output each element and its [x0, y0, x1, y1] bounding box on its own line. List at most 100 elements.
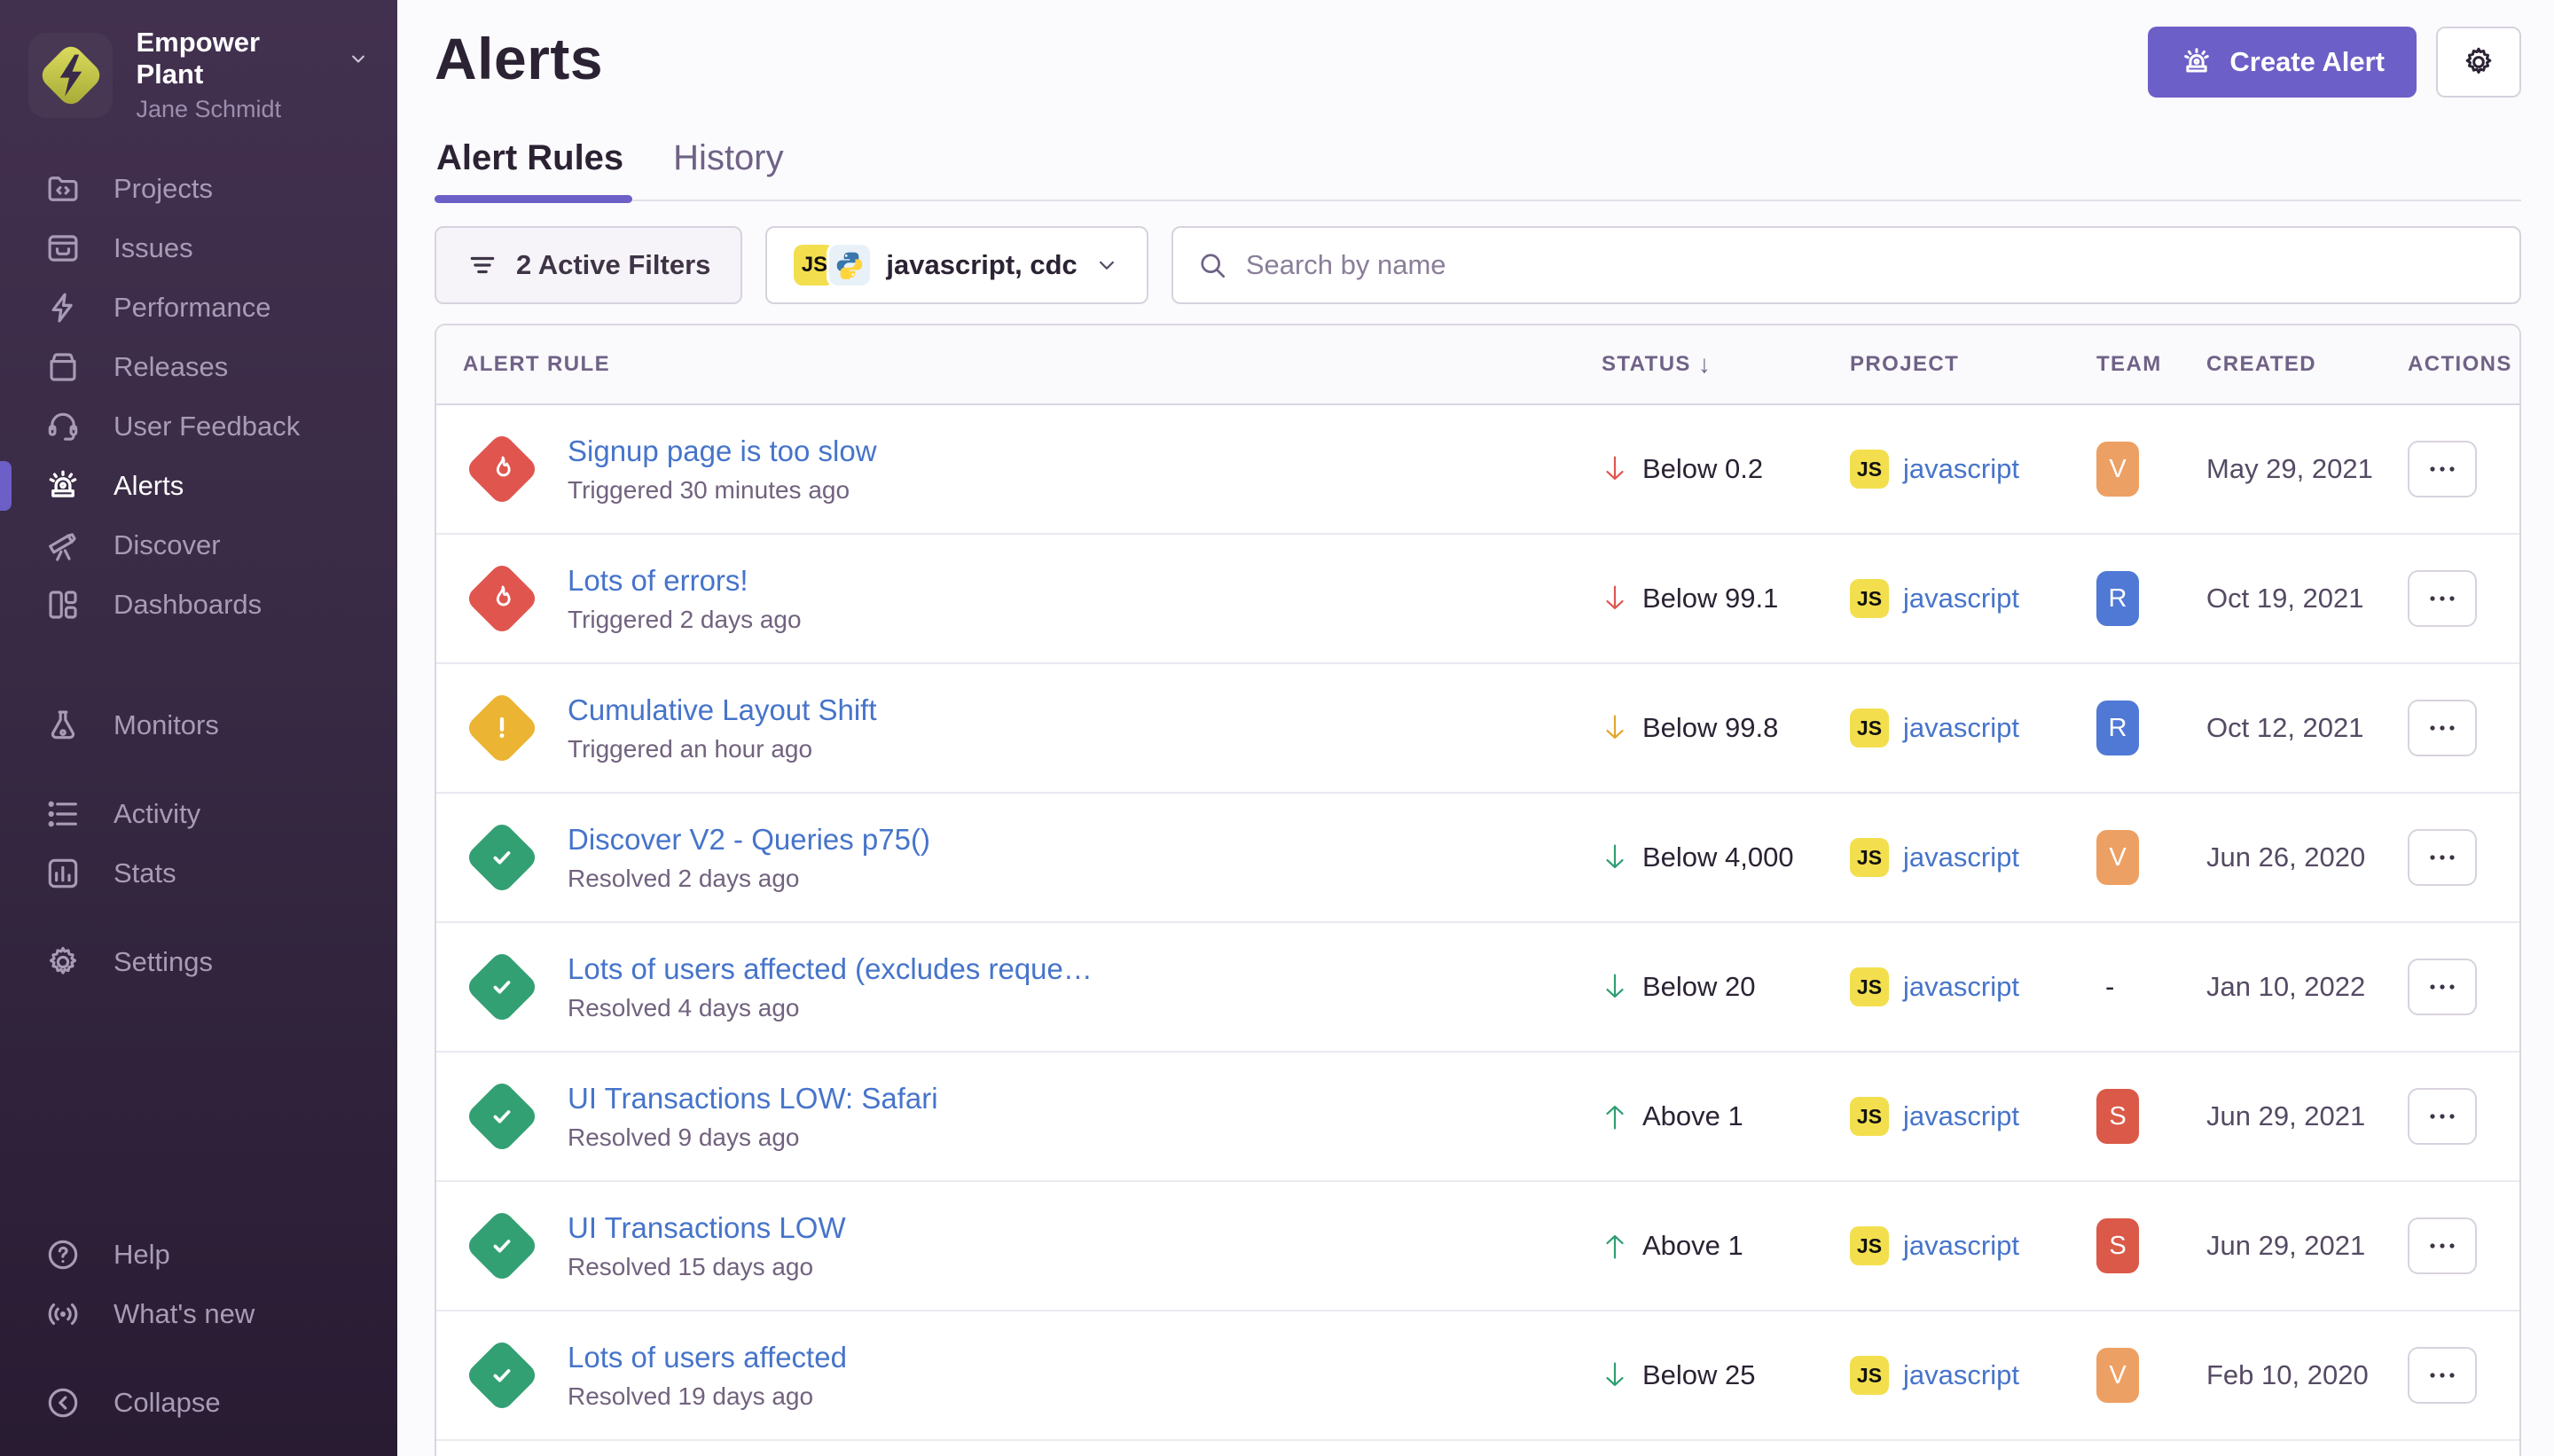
alert-rule-link[interactable]: Lots of errors!: [568, 564, 802, 598]
status-cell: Above 1: [1602, 1230, 1850, 1262]
project-link[interactable]: javascript: [1903, 583, 2019, 614]
sidebar-item-releases[interactable]: Releases: [0, 339, 397, 395]
alert-rule-link[interactable]: Lots of users affected (excludes reque…: [568, 952, 1093, 986]
alert-status-resolved-icon: [463, 1207, 541, 1285]
project-link[interactable]: javascript: [1903, 971, 2019, 1003]
javascript-platform-icon: JS: [1850, 838, 1889, 877]
alert-rule-link[interactable]: Discover V2 - Queries p75(): [568, 823, 930, 857]
sidebar-item-label: Help: [114, 1239, 170, 1271]
alert-rule-link[interactable]: Signup page is too slow: [568, 434, 877, 468]
search-input[interactable]: [1246, 249, 2496, 281]
project-link[interactable]: javascript: [1903, 1100, 2019, 1132]
team-avatar[interactable]: V: [2096, 442, 2139, 497]
sidebar-item-label: Performance: [114, 292, 270, 324]
team-avatar[interactable]: R: [2096, 701, 2139, 755]
javascript-platform-icon: JS: [1850, 1356, 1889, 1395]
column-header-status[interactable]: STATUS↓: [1602, 350, 1850, 379]
row-actions-button[interactable]: [2408, 959, 2477, 1015]
sidebar-item-settings[interactable]: Settings: [0, 934, 397, 990]
created-cell: Feb 10, 2020: [2206, 1359, 2408, 1391]
sidebar-item-label: Settings: [114, 946, 213, 978]
sidebar-item-dashboards[interactable]: Dashboards: [0, 576, 397, 633]
team-cell: V: [2096, 442, 2206, 497]
team-avatar[interactable]: R: [2096, 571, 2139, 626]
sidebar-item-label: What's new: [114, 1298, 255, 1330]
project-cell: JS javascript: [1850, 1097, 2096, 1136]
create-alert-button[interactable]: Create Alert: [2148, 27, 2417, 98]
page-title: Alerts: [435, 25, 603, 92]
team-cell: -: [2096, 971, 2206, 1003]
table-row-partial: [436, 1441, 2519, 1453]
row-actions-button[interactable]: [2408, 700, 2477, 756]
javascript-platform-icon: JS: [1850, 1097, 1889, 1136]
team-avatar[interactable]: S: [2096, 1089, 2139, 1144]
flask-icon: [44, 707, 82, 744]
tab-alert-rules[interactable]: Alert Rules: [436, 138, 623, 200]
filter-icon: [466, 249, 498, 281]
status-cell: Below 4,000: [1602, 842, 1850, 873]
team-avatar[interactable]: V: [2096, 830, 2139, 885]
row-actions-button[interactable]: [2408, 570, 2477, 627]
alert-rules-table: ALERT RULE STATUS↓ PROJECT TEAM CREATED …: [435, 324, 2521, 1456]
project-filter-dropdown[interactable]: JS javascript, cdc: [765, 226, 1148, 304]
sidebar-item-label: Alerts: [114, 470, 184, 502]
broadcast-icon: [44, 1296, 82, 1333]
alert-rule-link[interactable]: Cumulative Layout Shift: [568, 693, 877, 727]
team-avatar[interactable]: V: [2096, 1348, 2139, 1403]
sidebar-item-help[interactable]: Help: [0, 1226, 397, 1283]
active-filters-button[interactable]: 2 Active Filters: [435, 226, 742, 304]
alert-rule-subtext: Resolved 4 days ago: [568, 994, 1093, 1022]
arrow-down-icon: [1602, 713, 1628, 743]
exclamation-icon: [484, 710, 520, 746]
sidebar-item-performance[interactable]: Performance: [0, 279, 397, 336]
created-cell: Oct 19, 2021: [2206, 583, 2408, 614]
alert-status-warning-icon: [463, 689, 541, 767]
sidebar-item-stats[interactable]: Stats: [0, 845, 397, 902]
gear-icon: [2461, 44, 2496, 80]
project-link[interactable]: javascript: [1903, 712, 2019, 744]
table-row: UI Transactions LOWResolved 15 days ago …: [436, 1182, 2519, 1311]
lightning-icon: [44, 289, 82, 326]
sidebar-item-whats-new[interactable]: What's new: [0, 1286, 397, 1342]
sidebar-item-alerts[interactable]: Alerts: [0, 458, 397, 514]
project-link[interactable]: javascript: [1903, 1230, 2019, 1262]
sidebar-item-discover[interactable]: Discover: [0, 517, 397, 574]
sidebar-item-monitors[interactable]: Monitors: [0, 697, 397, 754]
sidebar-item-issues[interactable]: Issues: [0, 220, 397, 277]
team-avatar[interactable]: S: [2096, 1218, 2139, 1273]
alert-rule-link[interactable]: UI Transactions LOW: Safari: [568, 1082, 938, 1115]
project-link[interactable]: javascript: [1903, 842, 2019, 873]
chevron-down-icon: [1093, 252, 1120, 278]
row-actions-button[interactable]: [2408, 441, 2477, 497]
tab-history[interactable]: History: [673, 138, 783, 200]
ellipsis-icon: [2427, 982, 2457, 992]
alert-rule-link[interactable]: Lots of users affected: [568, 1341, 847, 1374]
sidebar-item-activity[interactable]: Activity: [0, 786, 397, 842]
row-actions-button[interactable]: [2408, 829, 2477, 886]
support-icon: [44, 408, 82, 445]
row-actions-button[interactable]: [2408, 1088, 2477, 1145]
row-actions-button[interactable]: [2408, 1217, 2477, 1274]
status-cell: Below 20: [1602, 971, 1850, 1003]
arrow-down-icon: [1602, 583, 1628, 614]
alert-rule-link[interactable]: UI Transactions LOW: [568, 1211, 846, 1245]
created-cell: Jan 10, 2022: [2206, 971, 2408, 1003]
row-actions-button[interactable]: [2408, 1347, 2477, 1404]
org-switcher[interactable]: Empower Plant Jane Schmidt: [0, 0, 397, 146]
sidebar-item-label: Discover: [114, 529, 221, 561]
team-cell: V: [2096, 1348, 2206, 1403]
project-link[interactable]: javascript: [1903, 453, 2019, 485]
alert-rule-subtext: Triggered 2 days ago: [568, 606, 802, 634]
check-icon: [484, 969, 520, 1005]
sort-desc-icon: ↓: [1698, 350, 1712, 379]
sidebar-item-user-feedback[interactable]: User Feedback: [0, 398, 397, 455]
table-row: Cumulative Layout ShiftTriggered an hour…: [436, 664, 2519, 794]
alert-status-critical-icon: [463, 560, 541, 638]
project-link[interactable]: javascript: [1903, 1359, 2019, 1391]
created-cell: May 29, 2021: [2206, 453, 2408, 485]
sidebar-item-projects[interactable]: Projects: [0, 160, 397, 217]
alert-status-resolved-icon: [463, 1336, 541, 1414]
alert-settings-button[interactable]: [2436, 27, 2521, 98]
status-cell: Below 0.2: [1602, 453, 1850, 485]
sidebar-collapse-button[interactable]: Collapse: [0, 1374, 397, 1431]
